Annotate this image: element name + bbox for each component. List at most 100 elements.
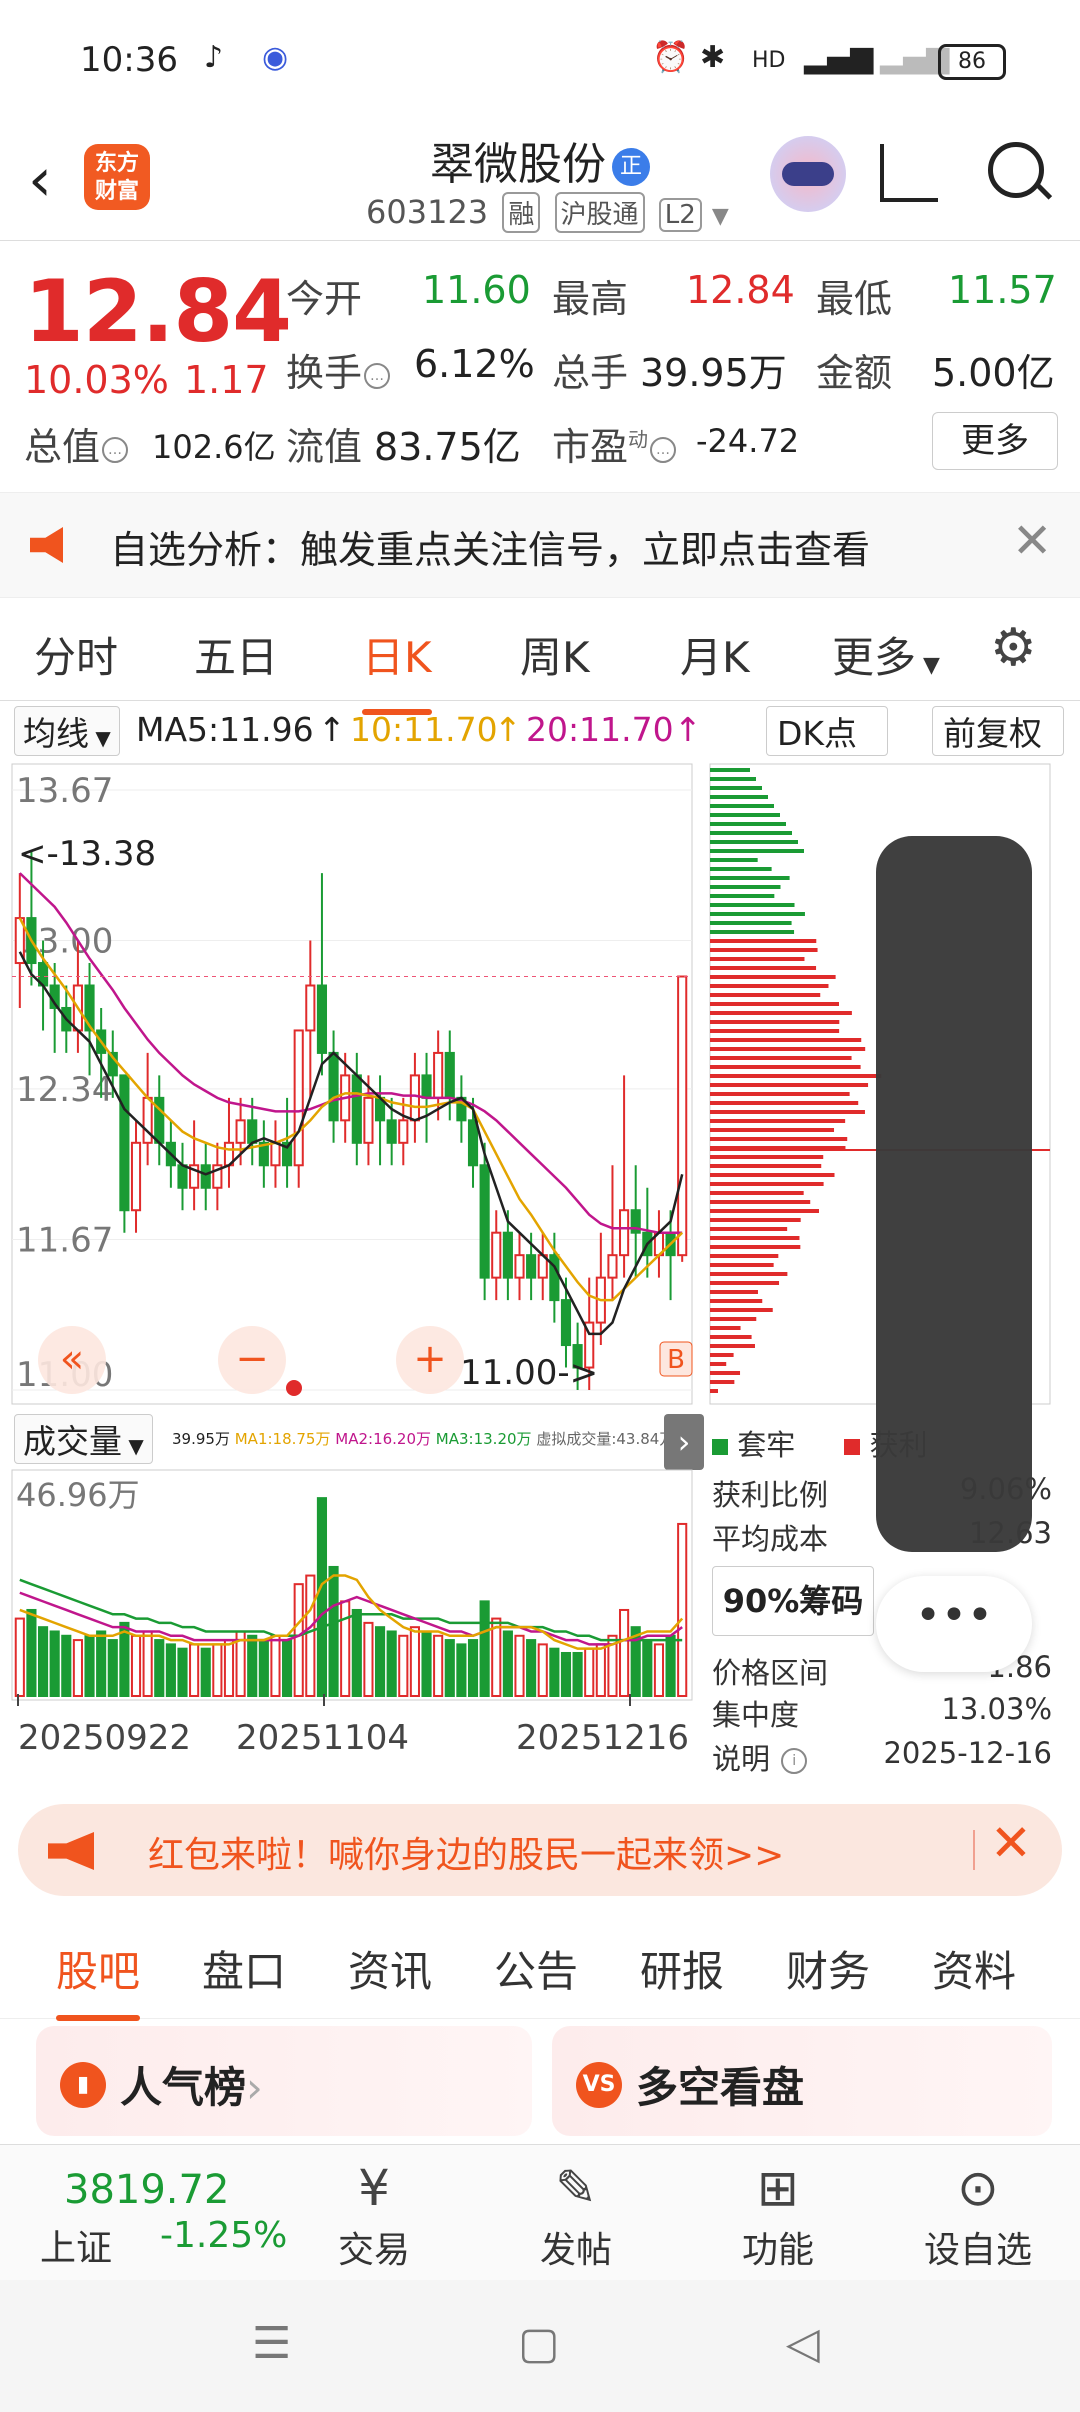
volume-bar	[398, 1634, 409, 1697]
home-icon[interactable]: ▢	[518, 2318, 560, 2369]
volume-bar	[177, 1647, 188, 1697]
chip-bar	[710, 1344, 755, 1348]
adjust-selector[interactable]: 前复权	[932, 706, 1064, 756]
dk-point-selector[interactable]: DK点	[766, 706, 888, 756]
floating-menu-button[interactable]: •••	[876, 1576, 1032, 1672]
candle	[479, 1164, 490, 1279]
chip-bar	[710, 984, 829, 988]
candle	[119, 1074, 130, 1212]
index-change: -1.25%	[160, 2215, 288, 2256]
tab-five-day[interactable]: 五日	[194, 624, 278, 685]
candle	[130, 1141, 142, 1212]
popularity-card[interactable]: ▮ 人气榜›	[36, 2026, 532, 2136]
chip-bar	[710, 1254, 779, 1258]
battery-icon: 86	[938, 44, 1006, 80]
chip-bar	[710, 831, 792, 835]
status-bar: 10:36 ♪ ◉ ⏰ ✱ HD ▂▄▆ ▂▄▆ 86	[0, 0, 1080, 120]
volume-bar	[491, 1617, 502, 1697]
bull-bear-card[interactable]: VS 多空看盘	[552, 2026, 1052, 2136]
tab-profile[interactable]: 资料	[932, 1938, 1016, 1999]
legend-profit-swatch	[844, 1439, 861, 1455]
volume-bar	[572, 1651, 583, 1697]
close-icon[interactable]: ✕	[1012, 513, 1052, 569]
nav-post[interactable]: ✎ 发帖	[506, 2155, 646, 2273]
tab-financials[interactable]: 财务	[786, 1938, 870, 1999]
floating-side-panel[interactable]	[876, 836, 1032, 1552]
search-icon[interactable]	[988, 142, 1044, 198]
low-value: 11.57	[948, 268, 1057, 312]
chip-bar	[710, 1092, 850, 1096]
candle	[154, 1096, 165, 1144]
share-icon[interactable]	[880, 144, 938, 202]
volume-selector[interactable]: 成交量 ▼	[14, 1414, 153, 1464]
more-button[interactable]: 更多	[932, 412, 1058, 470]
candle	[177, 1164, 188, 1189]
grid-icon: ⊞	[757, 2159, 799, 2217]
alert-banner[interactable]: 自选分析：触发重点关注信号，立即点击查看 ✕	[0, 492, 1080, 598]
volume-bar	[386, 1630, 397, 1697]
tab-weekly-k[interactable]: 周K	[520, 624, 590, 685]
open-field: 今开	[286, 277, 363, 321]
ma-selector[interactable]: 均线 ▼	[14, 706, 120, 756]
yen-icon: ¥	[358, 2159, 390, 2217]
tab-intraday[interactable]: 分时	[34, 624, 118, 685]
clock: 10:36	[80, 40, 178, 80]
tab-order-book[interactable]: 盘口	[202, 1938, 286, 1999]
menu-icon[interactable]: ☰	[252, 2318, 291, 2369]
volume-bar	[537, 1643, 548, 1698]
megaphone-icon	[48, 1832, 94, 1870]
chip-bar	[710, 1128, 835, 1132]
nav-add-watchlist[interactable]: ⊙ 设自选	[908, 2155, 1048, 2273]
chip-bar	[710, 1038, 862, 1042]
volume-bar	[467, 1639, 479, 1697]
volume-bar	[72, 1639, 83, 1697]
tab-announcements[interactable]: 公告	[494, 1938, 578, 1999]
nav-functions[interactable]: ⊞ 功能	[708, 2155, 848, 2273]
legend-trapped-swatch	[712, 1439, 728, 1455]
candle	[200, 1164, 211, 1189]
date-start: 20250922	[18, 1718, 192, 1758]
chevron-down-icon: ▼	[711, 204, 729, 229]
tab-forum[interactable]: 股吧	[56, 1938, 141, 2021]
tab-news[interactable]: 资讯	[348, 1938, 432, 1999]
ai-assistant-icon[interactable]	[770, 136, 846, 212]
volume-bar	[26, 1608, 37, 1697]
chip-bar	[710, 804, 774, 808]
chip-bar	[710, 1362, 727, 1366]
volume-bar	[374, 1626, 386, 1697]
chip-bar	[710, 840, 798, 844]
chip-bar	[710, 777, 756, 781]
tag-connect: 沪股通	[554, 192, 645, 233]
tab-more[interactable]: 更多 ▼	[832, 624, 940, 685]
tab-daily-k[interactable]: 日K	[362, 624, 432, 715]
red-packet-text: 红包来啦！喊你身边的股民一起来领>>	[148, 1835, 785, 1876]
expand-arrow-icon[interactable]: ›	[664, 1414, 704, 1470]
nav-trade[interactable]: ¥ 交易	[304, 2155, 444, 2273]
price-tick-label: 12.34	[16, 1070, 113, 1110]
chip-90-selector[interactable]: 90%筹码	[712, 1566, 874, 1636]
tab-monthly-k[interactable]: 月K	[680, 624, 750, 685]
app-notification-icon: ◉	[262, 40, 289, 75]
candle	[247, 1119, 258, 1144]
volume-bar	[223, 1639, 235, 1697]
low-annotation: 11.00->	[460, 1353, 598, 1393]
volume-bar	[154, 1639, 165, 1697]
volume-bar	[212, 1643, 223, 1698]
tab-research[interactable]: 研报	[640, 1938, 724, 1999]
chip-bar	[710, 858, 758, 862]
stock-code-line[interactable]: 603123 融 沪股通 L2 ▼	[366, 192, 729, 233]
chip-bar	[710, 1002, 839, 1006]
volume-bar	[433, 1634, 444, 1697]
volume-bar	[653, 1643, 665, 1698]
market-cap-value: 102.6亿	[152, 428, 276, 466]
red-packet-banner[interactable]: 红包来啦！喊你身边的股民一起来领>> ✕	[18, 1804, 1062, 1896]
gear-icon[interactable]: ⚙	[990, 618, 1037, 678]
more-circle-icon: ⊙	[957, 2159, 999, 2217]
back-icon[interactable]: ◁	[786, 2318, 820, 2369]
candlestick-chart[interactable]: 13.6713.0012.3411.6711.00<-13.3811.00->«…	[0, 760, 700, 1410]
candle	[607, 1254, 618, 1279]
close-icon[interactable]: ✕	[990, 1814, 1032, 1872]
chip-bar	[710, 885, 781, 889]
float-cap-value: 83.75亿	[374, 425, 521, 469]
chip-bar	[710, 1083, 869, 1087]
